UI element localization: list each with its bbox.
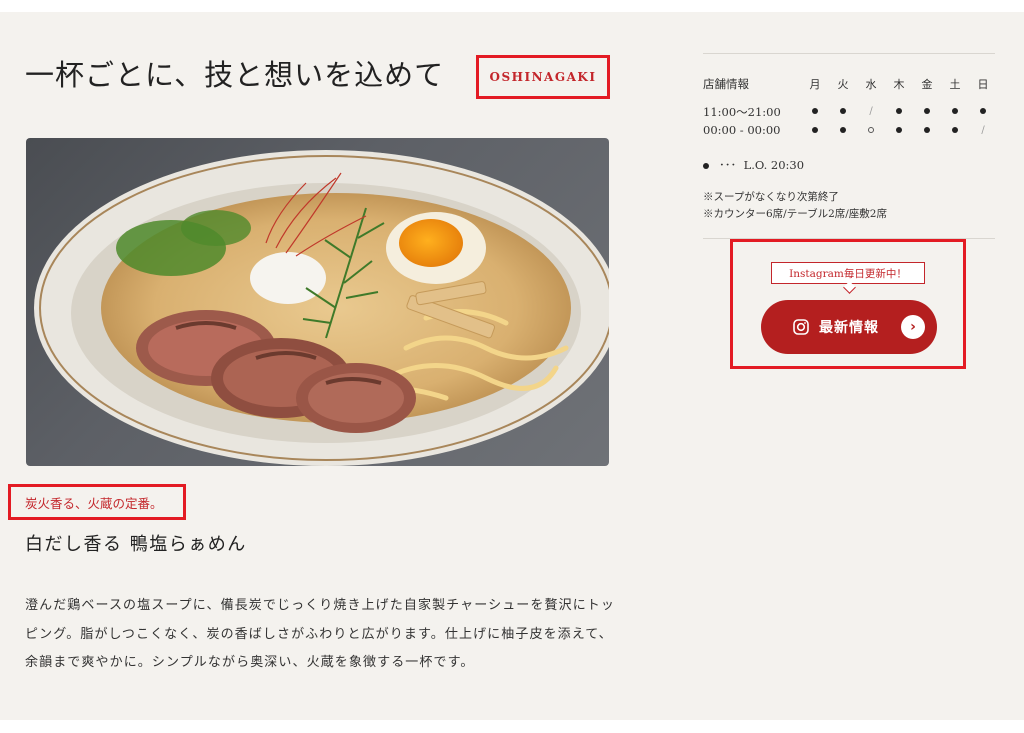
chevron-right-icon: ›: [901, 315, 925, 339]
dish-description: 澄んだ鶏ベースの塩スープに、備長炭でじっくり焼き上げた自家製チャーシューを贅沢に…: [25, 598, 615, 670]
bottom-strip: [0, 720, 1024, 733]
schedule-mark-dot: [889, 104, 909, 117]
schedule-mark-slash: /: [981, 125, 985, 136]
store-info-panel: 店舗情報 月 火 水 木 金 土 日 11:00〜21:00 / 00:00 -…: [703, 53, 995, 239]
dish-catchcopy: 炭火香る、火蔵の定番。: [25, 495, 163, 511]
day-thu: 木: [893, 78, 905, 91]
day-wed: 水: [865, 78, 877, 91]
schedule-mark-dot: [945, 104, 965, 117]
top-strip: [0, 0, 1024, 12]
day-mon: 月: [809, 78, 821, 91]
latest-info-button[interactable]: 最新情報 ›: [761, 300, 937, 354]
schedule-time-1: 11:00〜21:00: [703, 105, 781, 119]
page-headline: 一杯ごとに、技と想いを込めて: [25, 58, 445, 92]
last-order-row: ･･･ L.O. 20:30: [703, 157, 804, 173]
note-seats: ※カウンター6席/テーブル2席/座敷2席: [703, 208, 887, 220]
schedule-time-2: 00:00 - 00:00: [703, 123, 781, 137]
day-sun: 日: [977, 78, 989, 91]
legend-dot: [703, 163, 709, 169]
store-info-label: 店舗情報: [703, 77, 749, 91]
legend-ellipsis: ･･･: [719, 158, 737, 172]
grated-radish: [250, 252, 326, 304]
schedule-mark-dot: [833, 123, 853, 136]
schedule-mark-dot: [973, 104, 993, 117]
last-order: L.O. 20:30: [743, 158, 805, 172]
day-tue: 火: [837, 78, 849, 91]
note-soup: ※スープがなくなり次第終了: [703, 191, 839, 203]
schedule-mark-dot: [805, 123, 825, 136]
dish-catchcopy-box: 炭火香る、火蔵の定番。: [8, 484, 186, 520]
schedule-mark-dot: [945, 123, 965, 136]
ramen-photo: [26, 138, 609, 466]
instagram-icon: [793, 319, 809, 335]
day-fri: 金: [921, 78, 933, 91]
section-tag-label: OSHINAGAKI: [489, 70, 597, 84]
schedule-mark-dot: [917, 123, 937, 136]
schedule-mark-dot: [833, 104, 853, 117]
instagram-promo: Instagram毎日更新中！ 最新情報 ›: [730, 239, 966, 369]
dish-name: 白だし香る 鴨塩らぁめん: [25, 534, 247, 555]
schedule-mark-dot: [805, 104, 825, 117]
latest-info-label: 最新情報: [819, 320, 879, 336]
day-sat: 土: [949, 78, 961, 91]
schedule-mark-dot: [917, 104, 937, 117]
section-tag: OSHINAGAKI: [476, 55, 610, 99]
schedule-mark-ring: [861, 123, 881, 136]
schedule-mark-dot: [889, 123, 909, 136]
schedule-mark-slash: /: [869, 106, 873, 117]
egg: [386, 212, 486, 284]
